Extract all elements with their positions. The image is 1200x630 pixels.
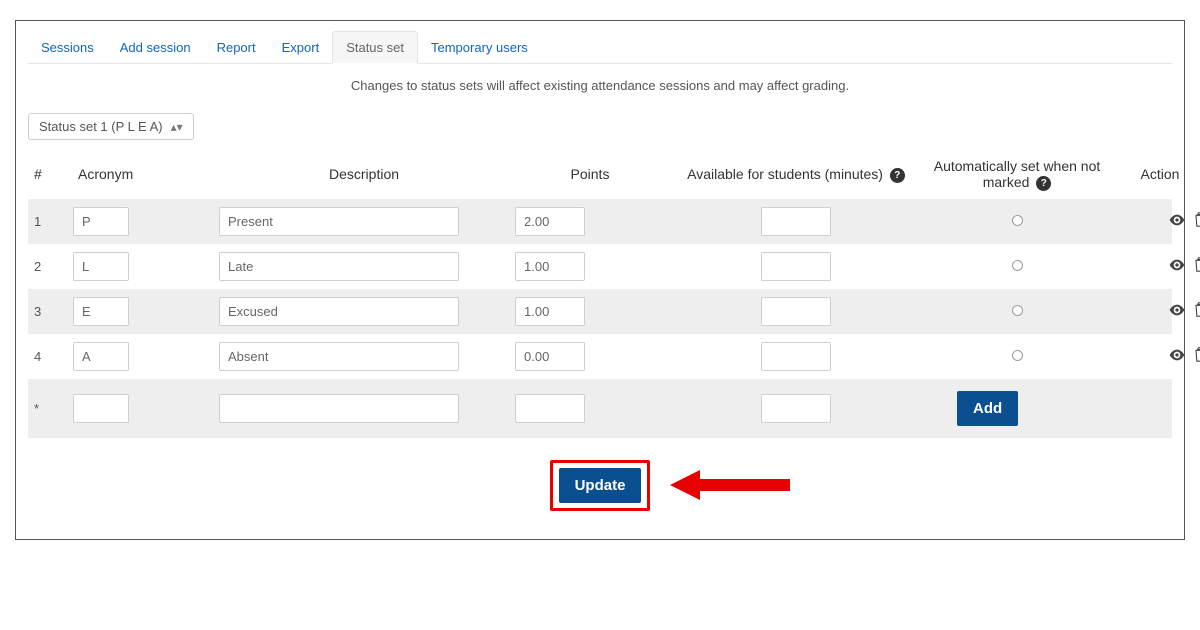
points-input[interactable] bbox=[515, 207, 585, 236]
row-index: * bbox=[32, 401, 67, 416]
available-input[interactable] bbox=[761, 394, 831, 423]
tab-bar: Sessions Add session Report Export Statu… bbox=[28, 31, 1172, 64]
acronym-input[interactable] bbox=[73, 394, 129, 423]
tab-report[interactable]: Report bbox=[204, 32, 269, 63]
auto-set-radio[interactable] bbox=[1012, 305, 1023, 316]
tab-status-set[interactable]: Status set bbox=[332, 31, 418, 64]
status-set-panel: Sessions Add session Report Export Statu… bbox=[15, 20, 1185, 540]
table-row-new: * Add bbox=[28, 379, 1172, 438]
status-set-selector[interactable]: Status set 1 (P L E A) ▴▾ bbox=[28, 113, 194, 140]
trash-icon[interactable] bbox=[1195, 347, 1200, 365]
auto-set-radio[interactable] bbox=[1012, 350, 1023, 361]
description-input[interactable] bbox=[219, 394, 459, 423]
tab-sessions[interactable]: Sessions bbox=[28, 32, 107, 63]
tab-add-session[interactable]: Add session bbox=[107, 32, 204, 63]
eye-icon[interactable] bbox=[1169, 259, 1185, 274]
row-index: 1 bbox=[32, 214, 67, 229]
acronym-input[interactable] bbox=[73, 252, 129, 281]
table-row: 1 bbox=[28, 199, 1172, 244]
points-input[interactable] bbox=[515, 342, 585, 371]
table-header: # Acronym Description Points Available f… bbox=[28, 150, 1172, 199]
available-input[interactable] bbox=[761, 342, 831, 371]
col-points: Points bbox=[515, 166, 665, 182]
available-input[interactable] bbox=[761, 297, 831, 326]
trash-icon[interactable] bbox=[1195, 212, 1200, 230]
row-index: 2 bbox=[32, 259, 67, 274]
add-button[interactable]: Add bbox=[957, 391, 1018, 426]
table-row: 2 bbox=[28, 244, 1172, 289]
points-input[interactable] bbox=[515, 394, 585, 423]
acronym-input[interactable] bbox=[73, 297, 129, 326]
row-index: 3 bbox=[32, 304, 67, 319]
points-input[interactable] bbox=[515, 252, 585, 281]
eye-icon[interactable] bbox=[1169, 349, 1185, 364]
tab-export[interactable]: Export bbox=[269, 32, 333, 63]
available-input[interactable] bbox=[761, 207, 831, 236]
description-input[interactable] bbox=[219, 252, 459, 281]
update-button[interactable]: Update bbox=[559, 468, 642, 503]
trash-icon[interactable] bbox=[1195, 302, 1200, 320]
description-input[interactable] bbox=[219, 297, 459, 326]
table-row: 4 bbox=[28, 334, 1172, 379]
col-description: Description bbox=[219, 166, 509, 182]
tab-temporary-users[interactable]: Temporary users bbox=[418, 32, 541, 63]
col-num: # bbox=[32, 166, 67, 182]
description-input[interactable] bbox=[219, 342, 459, 371]
help-icon[interactable]: ? bbox=[1036, 176, 1051, 191]
description-input[interactable] bbox=[219, 207, 459, 236]
col-acronym: Acronym bbox=[73, 166, 213, 182]
eye-icon[interactable] bbox=[1169, 304, 1185, 319]
acronym-input[interactable] bbox=[73, 207, 129, 236]
update-area: Update bbox=[28, 460, 1172, 511]
trash-icon[interactable] bbox=[1195, 257, 1200, 275]
arrow-icon bbox=[670, 468, 790, 502]
row-index: 4 bbox=[32, 349, 67, 364]
col-auto-set: Automatically set when not marked ? bbox=[927, 158, 1107, 191]
status-set-selector-label: Status set 1 (P L E A) bbox=[39, 119, 163, 134]
auto-set-radio[interactable] bbox=[1012, 215, 1023, 226]
sort-icon: ▴▾ bbox=[171, 120, 183, 134]
available-input[interactable] bbox=[761, 252, 831, 281]
points-input[interactable] bbox=[515, 297, 585, 326]
highlight-box: Update bbox=[550, 460, 651, 511]
notice-text: Changes to status sets will affect exist… bbox=[28, 64, 1172, 113]
acronym-input[interactable] bbox=[73, 342, 129, 371]
help-icon[interactable]: ? bbox=[890, 168, 905, 183]
eye-icon[interactable] bbox=[1169, 214, 1185, 229]
col-action: Action bbox=[1113, 166, 1200, 182]
auto-set-radio[interactable] bbox=[1012, 260, 1023, 271]
table-row: 3 bbox=[28, 289, 1172, 334]
col-available: Available for students (minutes) ? bbox=[671, 166, 921, 183]
